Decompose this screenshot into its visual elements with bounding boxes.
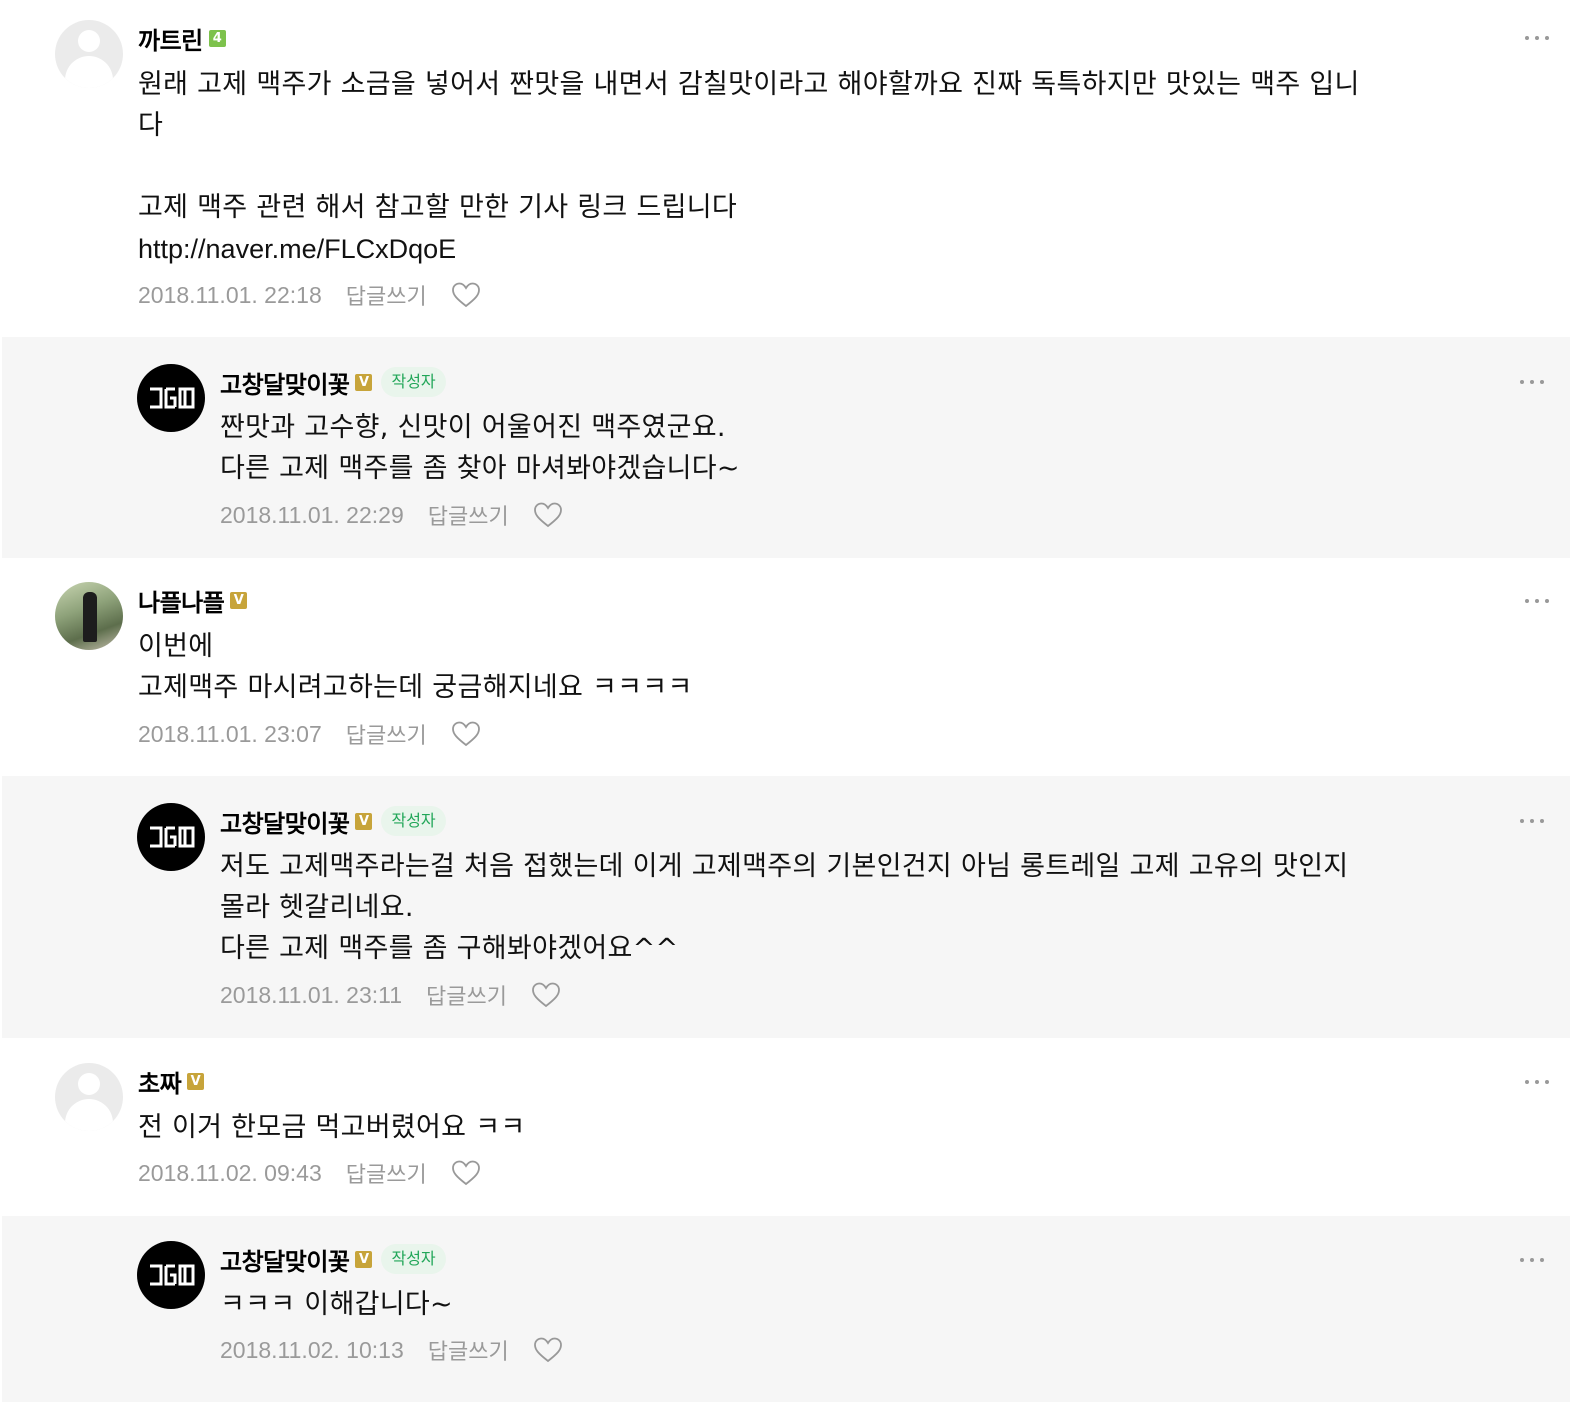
comment-date: 2018.11.01. 22:18 <box>138 281 322 308</box>
author-badge: 작성자 <box>381 806 446 836</box>
nickname[interactable]: 초짜 <box>138 1064 182 1099</box>
heart-icon[interactable] <box>451 720 481 748</box>
user-photo[interactable] <box>55 582 123 650</box>
reply-button[interactable]: 답글쓰기 <box>346 1157 427 1189</box>
nickname[interactable]: 까트린 <box>138 21 203 56</box>
article-link[interactable]: http://naver.me/FLCxDqoE <box>138 234 456 265</box>
comment-item: 초짜 V 전 이거 한모금 먹고버렸어요 ㅋㅋ 2018.11.02. 09:4… <box>0 1038 1575 1216</box>
more-options-icon[interactable] <box>1525 34 1551 42</box>
reply-button[interactable]: 답글쓰기 <box>428 1334 509 1366</box>
heart-icon[interactable] <box>451 281 481 309</box>
nickname[interactable]: 나플나플 <box>138 583 225 618</box>
comment-header: 고창달맞이꽃 V 작성자 <box>220 1241 446 1277</box>
nickname[interactable]: 고창달맞이꽃 <box>220 804 350 839</box>
comment-meta: 2018.11.01. 23:11 답글쓰기 <box>220 979 561 1011</box>
comment-meta: 2018.11.02. 10:13 답글쓰기 <box>220 1334 563 1366</box>
comment-date: 2018.11.02. 09:43 <box>138 1159 322 1186</box>
default-profile-icon[interactable] <box>55 20 123 88</box>
comment-header: 나플나플 V <box>138 582 248 618</box>
reply-comment-item: 고창달맞이꽃 V 작성자 ㅋㅋㅋ 이해갑니다~ 2018.11.02. 10:1… <box>2 1216 1570 1402</box>
level-badge: V <box>230 591 248 609</box>
comment-text: 원래 고제 맥주가 소금을 넣어서 짠맛을 내면서 감칠맛이라고 해야할까요 진… <box>138 69 1360 223</box>
comment-meta: 2018.11.02. 09:43 답글쓰기 <box>138 1157 481 1189</box>
heart-icon[interactable] <box>533 1336 563 1364</box>
gdl-logo[interactable] <box>137 803 205 871</box>
nickname[interactable]: 고창달맞이꽃 <box>220 1242 350 1277</box>
more-options-icon[interactable] <box>1520 378 1546 386</box>
comment-text: ㅋㅋㅋ 이해갑니다~ <box>220 1289 453 1320</box>
level-badge: V <box>355 812 373 830</box>
gdl-logo[interactable] <box>137 364 205 432</box>
heart-icon[interactable] <box>531 981 561 1009</box>
more-options-icon[interactable] <box>1525 597 1551 605</box>
comment-header: 고창달맞이꽃 V 작성자 <box>220 364 446 400</box>
comment-meta: 2018.11.01. 22:29 답글쓰기 <box>220 499 563 531</box>
comment-text: 저도 고제맥주라는걸 처음 접했는데 이게 고제맥주의 기본인건지 아님 롱트레… <box>220 851 1349 964</box>
more-options-icon[interactable] <box>1520 1256 1546 1264</box>
default-profile-icon[interactable] <box>55 1063 123 1131</box>
comment-date: 2018.11.02. 10:13 <box>220 1336 404 1363</box>
comment-header: 고창달맞이꽃 V 작성자 <box>220 803 446 839</box>
more-options-icon[interactable] <box>1525 1078 1551 1086</box>
comment-item: 나플나플 V 이번에 고제맥주 마시려고하는데 궁금해지네요 ㅋㅋㅋㅋ 2018… <box>0 558 1575 776</box>
comment-header: 까트린 4 <box>138 20 226 56</box>
reply-comment-item: 고창달맞이꽃 V 작성자 저도 고제맥주라는걸 처음 접했는데 이게 고제맥주의… <box>2 776 1570 1038</box>
comment-item: 까트린 4 원래 고제 맥주가 소금을 넣어서 짠맛을 내면서 감칠맛이라고 해… <box>0 0 1575 337</box>
level-badge: V <box>355 373 373 391</box>
comment-date: 2018.11.01. 23:07 <box>138 720 322 747</box>
level-badge: 4 <box>208 29 226 47</box>
reply-comment-item: 고창달맞이꽃 V 작성자 짠맛과 고수향, 신맛이 어울어진 맥주였군요. 다른… <box>2 337 1570 558</box>
level-badge: V <box>355 1250 373 1268</box>
author-badge: 작성자 <box>381 367 446 397</box>
level-badge: V <box>187 1072 205 1090</box>
gdl-logo[interactable] <box>137 1241 205 1309</box>
reply-button[interactable]: 답글쓰기 <box>428 499 509 531</box>
comment-meta: 2018.11.01. 23:07 답글쓰기 <box>138 718 481 750</box>
reply-button[interactable]: 답글쓰기 <box>346 279 427 311</box>
comment-text: 전 이거 한모금 먹고버렸어요 ㅋㅋ <box>138 1112 526 1143</box>
comment-header: 초짜 V <box>138 1063 205 1099</box>
comment-meta: 2018.11.01. 22:18 답글쓰기 <box>138 279 481 311</box>
nickname[interactable]: 고창달맞이꽃 <box>220 365 350 400</box>
reply-button[interactable]: 답글쓰기 <box>346 718 427 750</box>
more-options-icon[interactable] <box>1520 817 1546 825</box>
comment-date: 2018.11.01. 22:29 <box>220 501 404 528</box>
heart-icon[interactable] <box>533 501 563 529</box>
author-badge: 작성자 <box>381 1244 446 1274</box>
heart-icon[interactable] <box>451 1159 481 1187</box>
comment-text: 이번에 고제맥주 마시려고하는데 궁금해지네요 ㅋㅋㅋㅋ <box>138 631 693 703</box>
comment-text: 짠맛과 고수향, 신맛이 어울어진 맥주였군요. 다른 고제 맥주를 좀 찾아 … <box>220 412 740 484</box>
reply-button[interactable]: 답글쓰기 <box>426 979 507 1011</box>
comment-date: 2018.11.01. 23:11 <box>220 981 403 1008</box>
